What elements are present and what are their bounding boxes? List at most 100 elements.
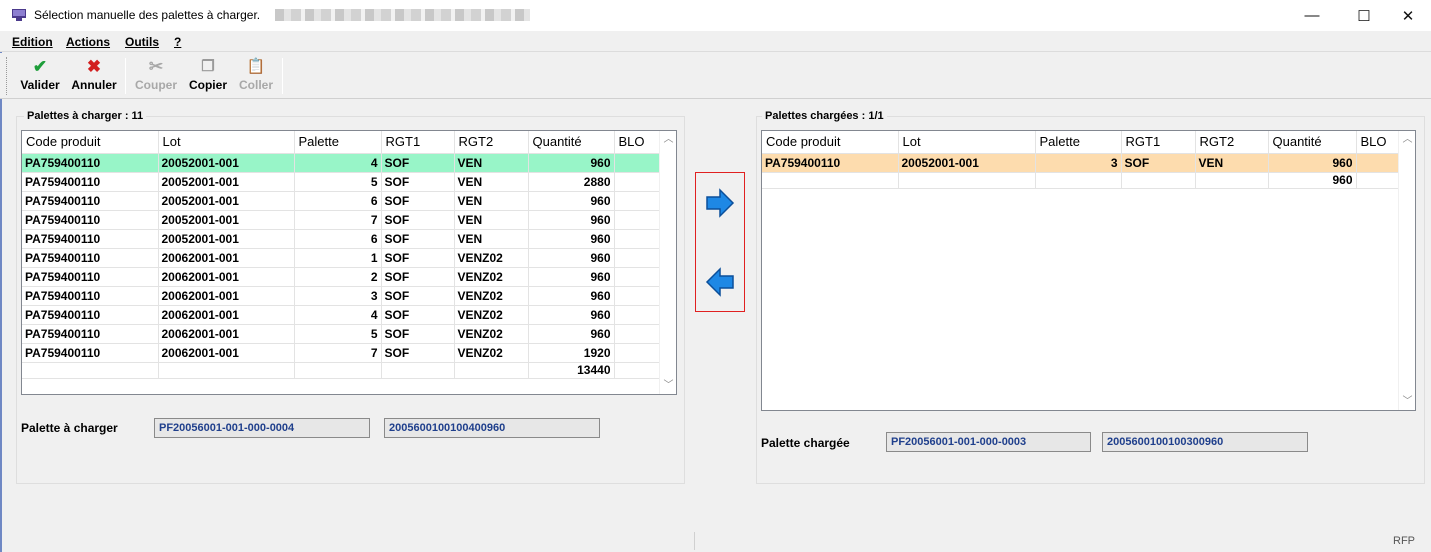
table-row[interactable]: PA759400110 20062001-001 5 SOF VENZ02 96… [22,324,662,344]
cell-palette: 3 [294,286,382,306]
cell-code: PA759400110 [22,286,159,306]
scroll-up-icon[interactable]: ︿ [1399,131,1415,148]
scroll-up-icon[interactable]: ︿ [660,131,676,148]
menu-edition[interactable]: Edition [12,35,53,49]
cell-palette: 4 [294,305,382,325]
col-header-code[interactable]: Code produit [22,131,159,154]
table-row[interactable]: PA759400110 20062001-001 4 SOF VENZ02 96… [22,305,662,325]
table-row[interactable]: PA759400110 20062001-001 7 SOF VENZ02 19… [22,343,662,363]
left-palette-barcode-field[interactable]: 2005600100100400960 [384,418,600,438]
col-header-blo[interactable]: BLO [1356,131,1400,154]
right-grid[interactable]: Code produit Lot Palette RGT1 RGT2 Quant… [761,130,1416,411]
table-row[interactable]: PA759400110 20052001-001 7 SOF VEN 960 [22,210,662,230]
cell-lot: 20052001-001 [158,153,295,173]
cell-quantite: 960 [528,210,615,230]
cell-rgt2: VENZ02 [454,324,529,344]
cell-palette: 6 [294,229,382,249]
move-left-button[interactable] [705,267,735,297]
cell-blo [614,172,662,192]
minimize-button[interactable]: — [1289,0,1335,31]
move-right-button[interactable] [705,188,735,218]
col-header-rgt2[interactable]: RGT2 [1195,131,1269,154]
right-palette-code-field[interactable]: PF20056001-001-000-0003 [886,432,1091,452]
cancel-button[interactable]: ✖ Annuler [68,56,120,96]
cell-lot: 20052001-001 [158,210,295,230]
menu-help[interactable]: ? [174,35,181,49]
arrow-right-icon [706,188,735,218]
scroll-down-icon[interactable]: ﹀ [660,377,676,394]
app-icon [12,9,26,21]
close-icon: ✕ [1401,7,1415,25]
table-row[interactable]: PA759400110 20062001-001 3 SOF VENZ02 96… [22,286,662,306]
cell-rgt1: SOF [381,229,455,249]
cell-rgt1: SOF [381,286,455,306]
cut-label: Couper [135,78,177,92]
table-row[interactable]: PA759400110 20062001-001 1 SOF VENZ02 96… [22,248,662,268]
col-header-rgt1[interactable]: RGT1 [1121,131,1196,154]
cell-blo [614,229,662,249]
cut-button[interactable]: ✂ Couper [131,56,181,96]
cell-code: PA759400110 [762,153,899,173]
maximize-button[interactable]: ☐ [1341,0,1387,31]
left-grid[interactable]: Code produit Lot Palette RGT1 RGT2 Quant… [21,130,677,395]
menu-outils[interactable]: Outils [125,35,159,49]
cell-blo [614,153,662,173]
left-palette-code-field[interactable]: PF20056001-001-000-0004 [154,418,370,438]
cell-palette: 7 [294,343,382,363]
cell-code: PA759400110 [22,248,159,268]
table-row[interactable]: PA759400110 20052001-001 4 SOF VEN 960 [22,153,662,173]
table-row[interactable]: PA759400110 20052001-001 6 SOF VEN 960 [22,191,662,211]
total-row: 960 [762,172,1400,189]
arrow-left-icon [705,267,734,297]
window-title: Sélection manuelle des palettes à charge… [34,8,261,22]
paste-button[interactable]: 📋 Coller [235,56,277,96]
col-header-blo[interactable]: BLO [614,131,662,154]
cell-quantite: 2880 [528,172,615,192]
status-separator [694,532,695,550]
cell-code: PA759400110 [22,267,159,287]
copy-button[interactable]: ❐ Copier [185,56,231,96]
validate-button[interactable]: ✔ Valider [14,56,66,96]
right-scrollbar[interactable]: ︿ ﹀ [1398,131,1415,410]
col-header-rgt1[interactable]: RGT1 [381,131,455,154]
menu-actions[interactable]: Actions [66,35,110,49]
table-row[interactable]: PA759400110 20052001-001 3 SOF VEN 960 [762,153,1400,173]
col-header-code[interactable]: Code produit [762,131,899,154]
right-palette-barcode-field[interactable]: 2005600100100300960 [1102,432,1308,452]
col-header-palette[interactable]: Palette [1035,131,1122,154]
cell-rgt1: SOF [381,305,455,325]
col-header-quantite[interactable]: Quantité [528,131,615,154]
cancel-label: Annuler [71,78,117,92]
close-button[interactable]: ✕ [1385,0,1431,31]
table-row[interactable]: PA759400110 20052001-001 5 SOF VEN 2880 [22,172,662,192]
cell-palette: 4 [294,153,382,173]
total-empty-cell [898,172,1036,189]
cell-rgt1: SOF [381,210,455,230]
total-quantite: 960 [1268,172,1357,189]
cell-rgt1: SOF [381,324,455,344]
cell-blo [614,191,662,211]
toolbar-grip[interactable] [6,57,9,95]
table-row[interactable]: PA759400110 20062001-001 2 SOF VENZ02 96… [22,267,662,287]
cell-code: PA759400110 [22,172,159,192]
window-border [0,31,2,552]
cell-rgt2: VEN [454,191,529,211]
cell-palette: 7 [294,210,382,230]
left-scrollbar[interactable]: ︿ ﹀ [659,131,676,394]
total-quantite: 13440 [528,362,615,379]
col-header-lot[interactable]: Lot [898,131,1036,154]
col-header-palette[interactable]: Palette [294,131,382,154]
cell-quantite: 960 [528,191,615,211]
cell-rgt2: VEN [454,153,529,173]
cell-rgt2: VENZ02 [454,343,529,363]
right-field-label: Palette chargée [761,436,850,450]
cell-code: PA759400110 [22,191,159,211]
cell-rgt2: VEN [454,172,529,192]
col-header-lot[interactable]: Lot [158,131,295,154]
col-header-quantite[interactable]: Quantité [1268,131,1357,154]
clipboard-icon: 📋 [246,58,266,75]
col-header-rgt2[interactable]: RGT2 [454,131,529,154]
table-row[interactable]: PA759400110 20052001-001 6 SOF VEN 960 [22,229,662,249]
scroll-down-icon[interactable]: ﹀ [1399,393,1415,410]
title-bar: Sélection manuelle des palettes à charge… [0,0,1431,31]
